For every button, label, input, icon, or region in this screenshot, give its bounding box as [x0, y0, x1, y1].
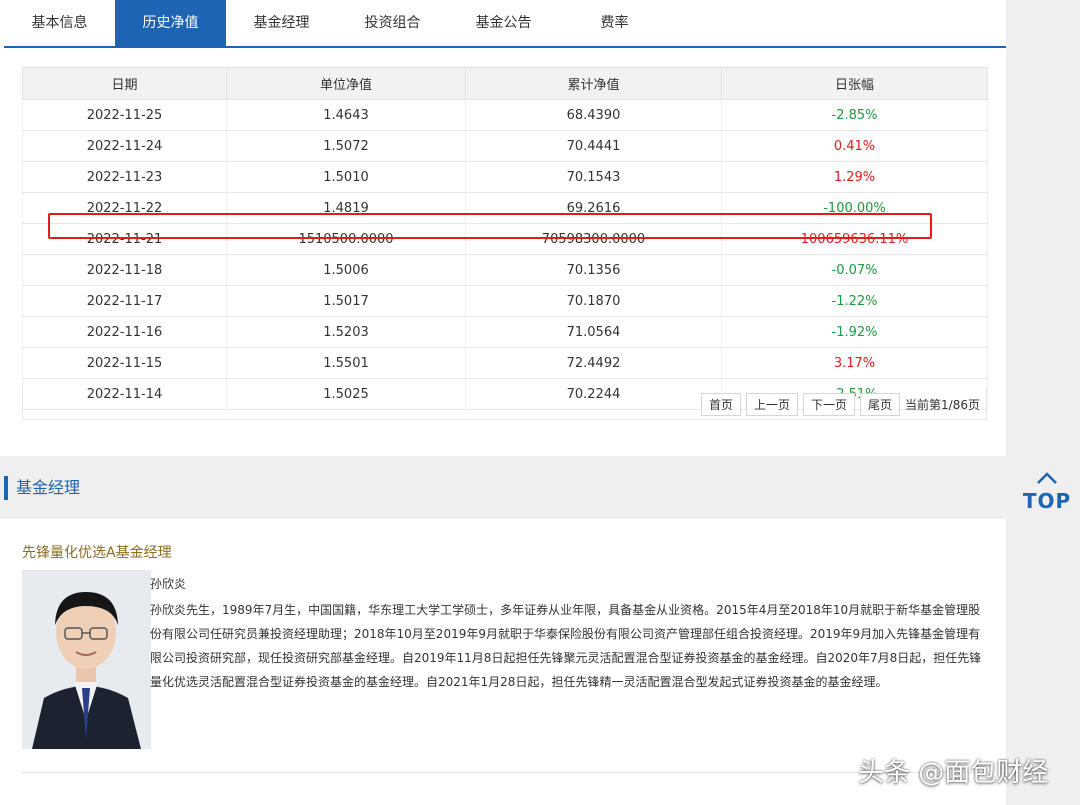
anomaly-highlight-box — [48, 213, 932, 239]
back-to-top-button[interactable]: TOP — [1022, 470, 1072, 513]
column-header-accumulated-nav: 累计净值 — [465, 67, 722, 100]
tab-history-nav[interactable]: 历史净值 — [115, 0, 226, 46]
table-row: 2022-11-25 1.4643 68.4390 -2.85% — [22, 99, 988, 131]
tab-portfolio[interactable]: 投资组合 — [337, 0, 448, 46]
cell-daily-change: -2.85% — [721, 99, 988, 131]
cell-accumulated-nav: 70.4441 — [465, 130, 722, 162]
tab-fees[interactable]: 费率 — [559, 0, 670, 46]
cell-date: 2022-11-17 — [22, 285, 227, 317]
table-row: 2022-11-15 1.5501 72.4492 3.17% — [22, 347, 988, 379]
table-body: 2022-11-25 1.4643 68.4390 -2.85% 2022-11-24 1… — [22, 99, 988, 410]
cell-date: 2022-11-23 — [22, 161, 227, 193]
back-to-top-label: TOP — [1022, 489, 1072, 513]
manager-portrait-image — [22, 570, 151, 749]
cell-date: 2022-11-16 — [22, 316, 227, 348]
column-header-date: 日期 — [22, 67, 227, 100]
tab-bar: 基本信息 历史净值 基金经理 投资组合 基金公告 费率 — [4, 0, 1006, 48]
table-header-row: 日期 单位净值 累计净值 日张幅 — [22, 67, 988, 100]
cell-accumulated-nav: 70.1356 — [465, 254, 722, 286]
cell-daily-change: 0.41% — [721, 130, 988, 162]
manager-name: 孙欣炎 — [150, 577, 187, 591]
cell-accumulated-nav: 70.1543 — [465, 161, 722, 193]
section-title-fund-manager: 基金经理 — [4, 476, 80, 500]
cell-unit-nav: 1.4643 — [226, 99, 466, 131]
table-row: 2022-11-18 1.5006 70.1356 -0.07% — [22, 254, 988, 286]
first-page-button[interactable]: 首页 — [700, 393, 741, 416]
cell-date: 2022-11-24 — [22, 130, 227, 162]
manager-fund-title: 先锋量化优选A基金经理 — [22, 545, 172, 561]
table-row: 2022-11-24 1.5072 70.4441 0.41% — [22, 130, 988, 162]
cell-daily-change: 3.17% — [721, 347, 988, 379]
pagination-bar: 首页 上一页 下一页 尾页 当前第1/86页 — [22, 388, 987, 420]
table-row: 2022-11-16 1.5203 71.0564 -1.92% — [22, 316, 988, 348]
next-page-button[interactable]: 下一页 — [803, 393, 856, 416]
watermark: 头条 @面包财经 — [858, 758, 1049, 788]
cell-daily-change: -1.92% — [721, 316, 988, 348]
column-header-daily-change: 日张幅 — [721, 67, 988, 100]
tab-fund-manager[interactable]: 基金经理 — [226, 0, 337, 46]
table-row: 2022-11-17 1.5017 70.1870 -1.22% — [22, 285, 988, 317]
cell-daily-change: -0.07% — [721, 254, 988, 286]
page-indicator: 当前第1/86页 — [905, 398, 980, 412]
cell-accumulated-nav: 68.4390 — [465, 99, 722, 131]
table-row: 2022-11-23 1.5010 70.1543 1.29% — [22, 161, 988, 193]
cell-unit-nav: 1.5203 — [226, 316, 466, 348]
cell-unit-nav: 1.5501 — [226, 347, 466, 379]
pagination: 首页 上一页 下一页 尾页 当前第1/86页 — [700, 393, 980, 416]
cell-unit-nav: 1.5010 — [226, 161, 466, 193]
column-header-unit-nav: 单位净值 — [226, 67, 466, 100]
cell-accumulated-nav: 71.0564 — [465, 316, 722, 348]
manager-bio: 孙欣炎先生，1989年7月生，中国国籍，华东理工大学工学硕士，多年证券从业年限，… — [150, 603, 982, 689]
cell-accumulated-nav: 72.4492 — [465, 347, 722, 379]
cell-daily-change: -1.22% — [721, 285, 988, 317]
cell-date: 2022-11-15 — [22, 347, 227, 379]
cell-unit-nav: 1.5017 — [226, 285, 466, 317]
prev-page-button[interactable]: 上一页 — [746, 393, 799, 416]
cell-unit-nav: 1.5072 — [226, 130, 466, 162]
cell-date: 2022-11-18 — [22, 254, 227, 286]
cell-accumulated-nav: 70.1870 — [465, 285, 722, 317]
last-page-button[interactable]: 尾页 — [860, 393, 901, 416]
cell-date: 2022-11-25 — [22, 99, 227, 131]
cell-unit-nav: 1.5006 — [226, 254, 466, 286]
cell-daily-change: 1.29% — [721, 161, 988, 193]
tab-announcements[interactable]: 基金公告 — [448, 0, 559, 46]
chevron-up-icon — [1037, 472, 1057, 484]
section-divider — [22, 772, 987, 773]
manager-photo — [22, 570, 151, 749]
tab-basic-info[interactable]: 基本信息 — [4, 0, 115, 46]
